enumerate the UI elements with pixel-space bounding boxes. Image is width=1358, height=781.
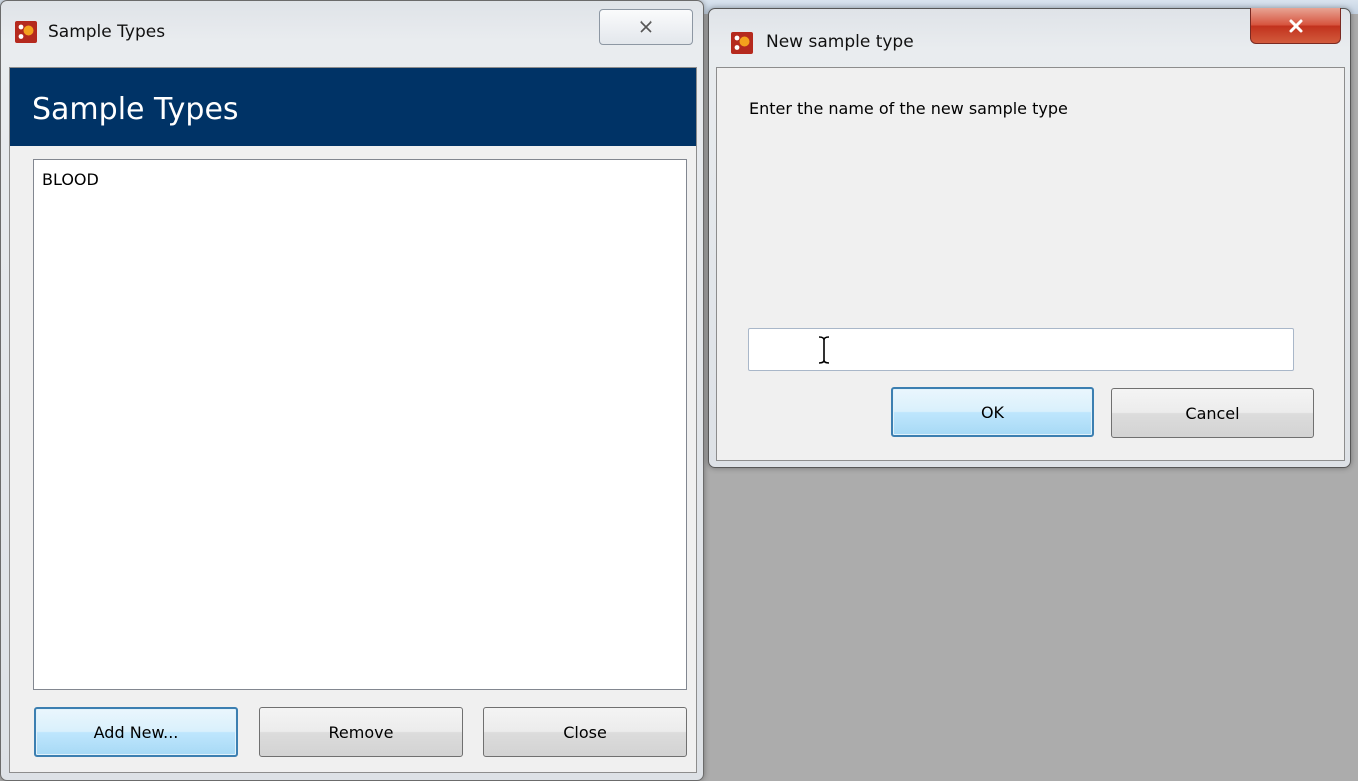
page-header: Sample Types bbox=[10, 68, 696, 146]
dialog-title-bar[interactable]: New sample type bbox=[709, 8, 1350, 67]
cancel-button[interactable]: Cancel bbox=[1111, 388, 1314, 438]
close-icon bbox=[640, 20, 652, 33]
window-title: Sample Types bbox=[48, 22, 166, 42]
sample-types-list[interactable]: BLOOD bbox=[33, 159, 687, 690]
new-sample-type-dialog: New sample type Enter the name of the ne… bbox=[708, 8, 1351, 468]
prompt-label: Enter the name of the new sample type bbox=[749, 99, 1068, 118]
dialog-close-button[interactable] bbox=[1250, 8, 1341, 44]
title-bar[interactable]: Sample Types bbox=[1, 1, 703, 59]
close-icon bbox=[1289, 19, 1302, 32]
dialog-client-area: Enter the name of the new sample type OK… bbox=[716, 67, 1345, 461]
window-close-button[interactable] bbox=[599, 9, 693, 45]
window-client-area: Sample Types BLOOD Add New... Remove Clo… bbox=[9, 67, 697, 773]
app-logo-icon bbox=[15, 21, 37, 43]
sample-type-name-input[interactable] bbox=[748, 328, 1294, 371]
desktop-background bbox=[705, 470, 1358, 781]
add-new-button[interactable]: Add New... bbox=[34, 707, 238, 757]
list-item[interactable]: BLOOD bbox=[42, 170, 99, 189]
remove-button[interactable]: Remove bbox=[259, 707, 463, 757]
dialog-title: New sample type bbox=[766, 32, 914, 52]
app-logo-icon bbox=[731, 32, 753, 54]
ok-button[interactable]: OK bbox=[891, 387, 1094, 437]
close-button[interactable]: Close bbox=[483, 707, 687, 757]
text-cursor-icon bbox=[817, 336, 831, 369]
sample-types-window: Sample Types Sample Types BLOOD Add New.… bbox=[0, 0, 704, 781]
